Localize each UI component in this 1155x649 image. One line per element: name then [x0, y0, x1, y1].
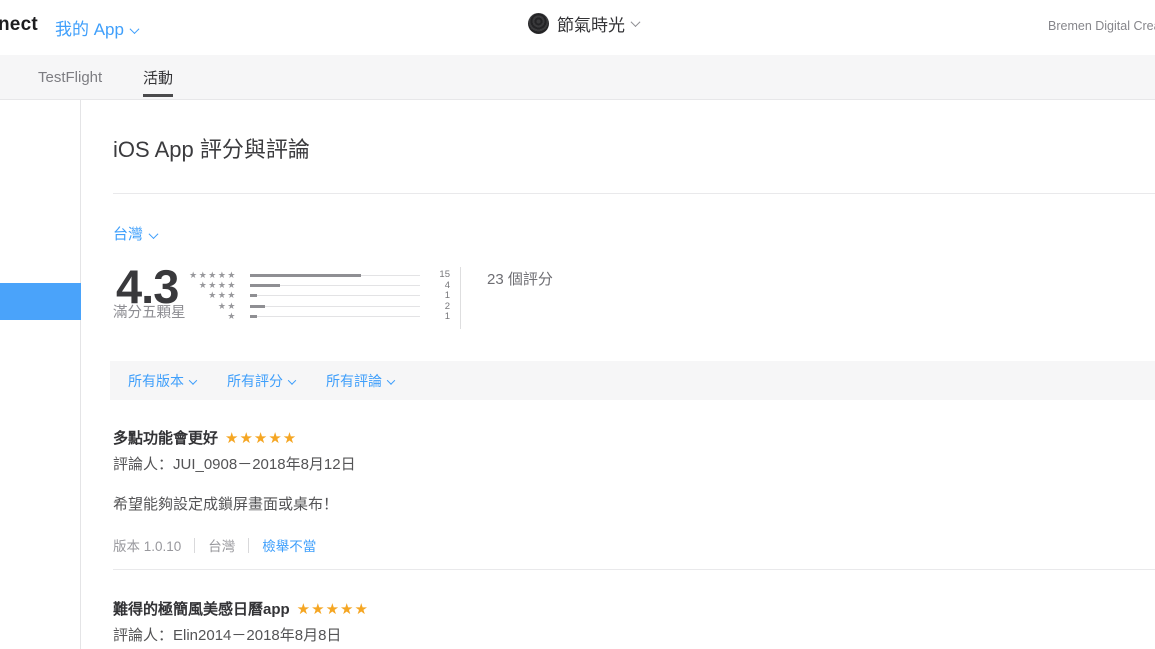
- review-stars: ★★★★★: [225, 430, 297, 447]
- histogram-bar: [250, 275, 420, 276]
- title-divider: [113, 193, 1155, 194]
- star-label: ★★★★: [185, 281, 237, 290]
- chevron-down-icon: [288, 376, 296, 384]
- review-footer: 版本 1.0.10 台灣 檢舉不當: [113, 535, 1135, 555]
- sidebar-item-ratings-reviews-selected[interactable]: [0, 283, 81, 320]
- territory-filter[interactable]: 台灣: [113, 223, 157, 244]
- review-reviewer-line: 評論人：Elin2014－2018年8月8日: [113, 624, 1135, 645]
- team-name: Bremen Digital Crea: [1048, 19, 1155, 33]
- footer-divider: [248, 538, 249, 553]
- summary-vertical-divider: [460, 267, 461, 329]
- histogram-bar: [250, 316, 420, 317]
- my-apps-label: 我的 App: [55, 20, 124, 39]
- app-switcher-menu[interactable]: 節氣時光: [527, 11, 639, 36]
- histogram-row-4star: ★★★★ 4: [185, 280, 450, 290]
- total-ratings: 23 個評分: [487, 268, 553, 289]
- filter-all-ratings[interactable]: 所有評分: [227, 371, 295, 391]
- review-reviewer-line: 評論人：JUI_0908－2018年8月12日: [113, 453, 1135, 474]
- rating-histogram: ★★★★★ 15 ★★★★ 4 ★★★ 1 ★★ 2 ★ 1: [185, 270, 450, 322]
- app-store-connect-logo: nect: [0, 14, 38, 36]
- sidebar: [0, 100, 81, 649]
- histogram-row-5star: ★★★★★ 15: [185, 270, 450, 280]
- histogram-count: 15: [432, 270, 450, 280]
- review-version: 版本 1.0.10: [113, 535, 181, 555]
- histogram-bar: [250, 306, 420, 307]
- histogram-count: 1: [432, 291, 450, 301]
- review-filter-bar: 所有版本 所有評分 所有評論: [110, 361, 1155, 400]
- chevron-down-icon: [631, 17, 641, 27]
- tab-activity[interactable]: 活動: [143, 55, 173, 99]
- star-label: ★★: [185, 302, 237, 311]
- chevron-down-icon: [149, 229, 159, 239]
- review-title-row: 多點功能會更好 ★★★★★: [113, 427, 1135, 448]
- footer-divider: [194, 538, 195, 553]
- histogram-bar: [250, 295, 420, 296]
- histogram-count: 1: [432, 312, 450, 322]
- report-concern-link[interactable]: 檢舉不當: [262, 535, 316, 555]
- review-body: 希望能夠設定成鎖屏畫面或桌布！: [113, 493, 1135, 514]
- tab-testflight[interactable]: TestFlight: [38, 55, 102, 99]
- main-content: iOS App 評分與評論 台灣 4.3 滿分五顆星 ★★★★★ 15 ★★★★…: [81, 100, 1155, 649]
- histogram-bar: [250, 285, 420, 286]
- chevron-down-icon: [130, 24, 140, 34]
- review-stars: ★★★★★: [297, 601, 369, 618]
- histogram-count: 2: [432, 302, 450, 312]
- histogram-row-1star: ★ 1: [185, 312, 450, 322]
- chevron-down-icon: [387, 376, 395, 384]
- app-icon: [527, 13, 549, 35]
- app-name: 節氣時光: [557, 11, 625, 36]
- star-label: ★: [185, 312, 237, 321]
- review-title: 多點功能會更好: [113, 430, 218, 447]
- my-apps-menu[interactable]: 我的 App: [55, 15, 138, 40]
- star-label: ★★★★★: [185, 271, 237, 280]
- page-title: iOS App 評分與評論: [113, 132, 310, 164]
- average-rating-caption: 滿分五顆星: [113, 301, 186, 322]
- review-item: 難得的極簡風美感日曆app ★★★★★ 評論人：Elin2014－2018年8月8…: [113, 598, 1135, 645]
- review-title: 難得的極簡風美感日曆app: [113, 601, 290, 618]
- review-item: 多點功能會更好 ★★★★★ 評論人：JUI_0908－2018年8月12日 希望能…: [113, 427, 1135, 555]
- tab-bar: TestFlight 活動: [0, 55, 1155, 100]
- review-divider: [113, 569, 1155, 570]
- chevron-down-icon: [189, 376, 197, 384]
- active-tab-underline: [143, 94, 173, 97]
- filter-all-reviews[interactable]: 所有評論: [326, 371, 394, 391]
- review-territory: 台灣: [208, 535, 235, 555]
- star-label: ★★★: [185, 291, 237, 300]
- histogram-count: 4: [432, 281, 450, 291]
- review-title-row: 難得的極簡風美感日曆app ★★★★★: [113, 598, 1135, 619]
- filter-all-versions[interactable]: 所有版本: [128, 371, 196, 391]
- top-header: nect 我的 App 節氣時光 Bremen Digital Crea: [0, 0, 1155, 55]
- histogram-row-2star: ★★ 2: [185, 301, 450, 311]
- histogram-row-3star: ★★★ 1: [185, 291, 450, 301]
